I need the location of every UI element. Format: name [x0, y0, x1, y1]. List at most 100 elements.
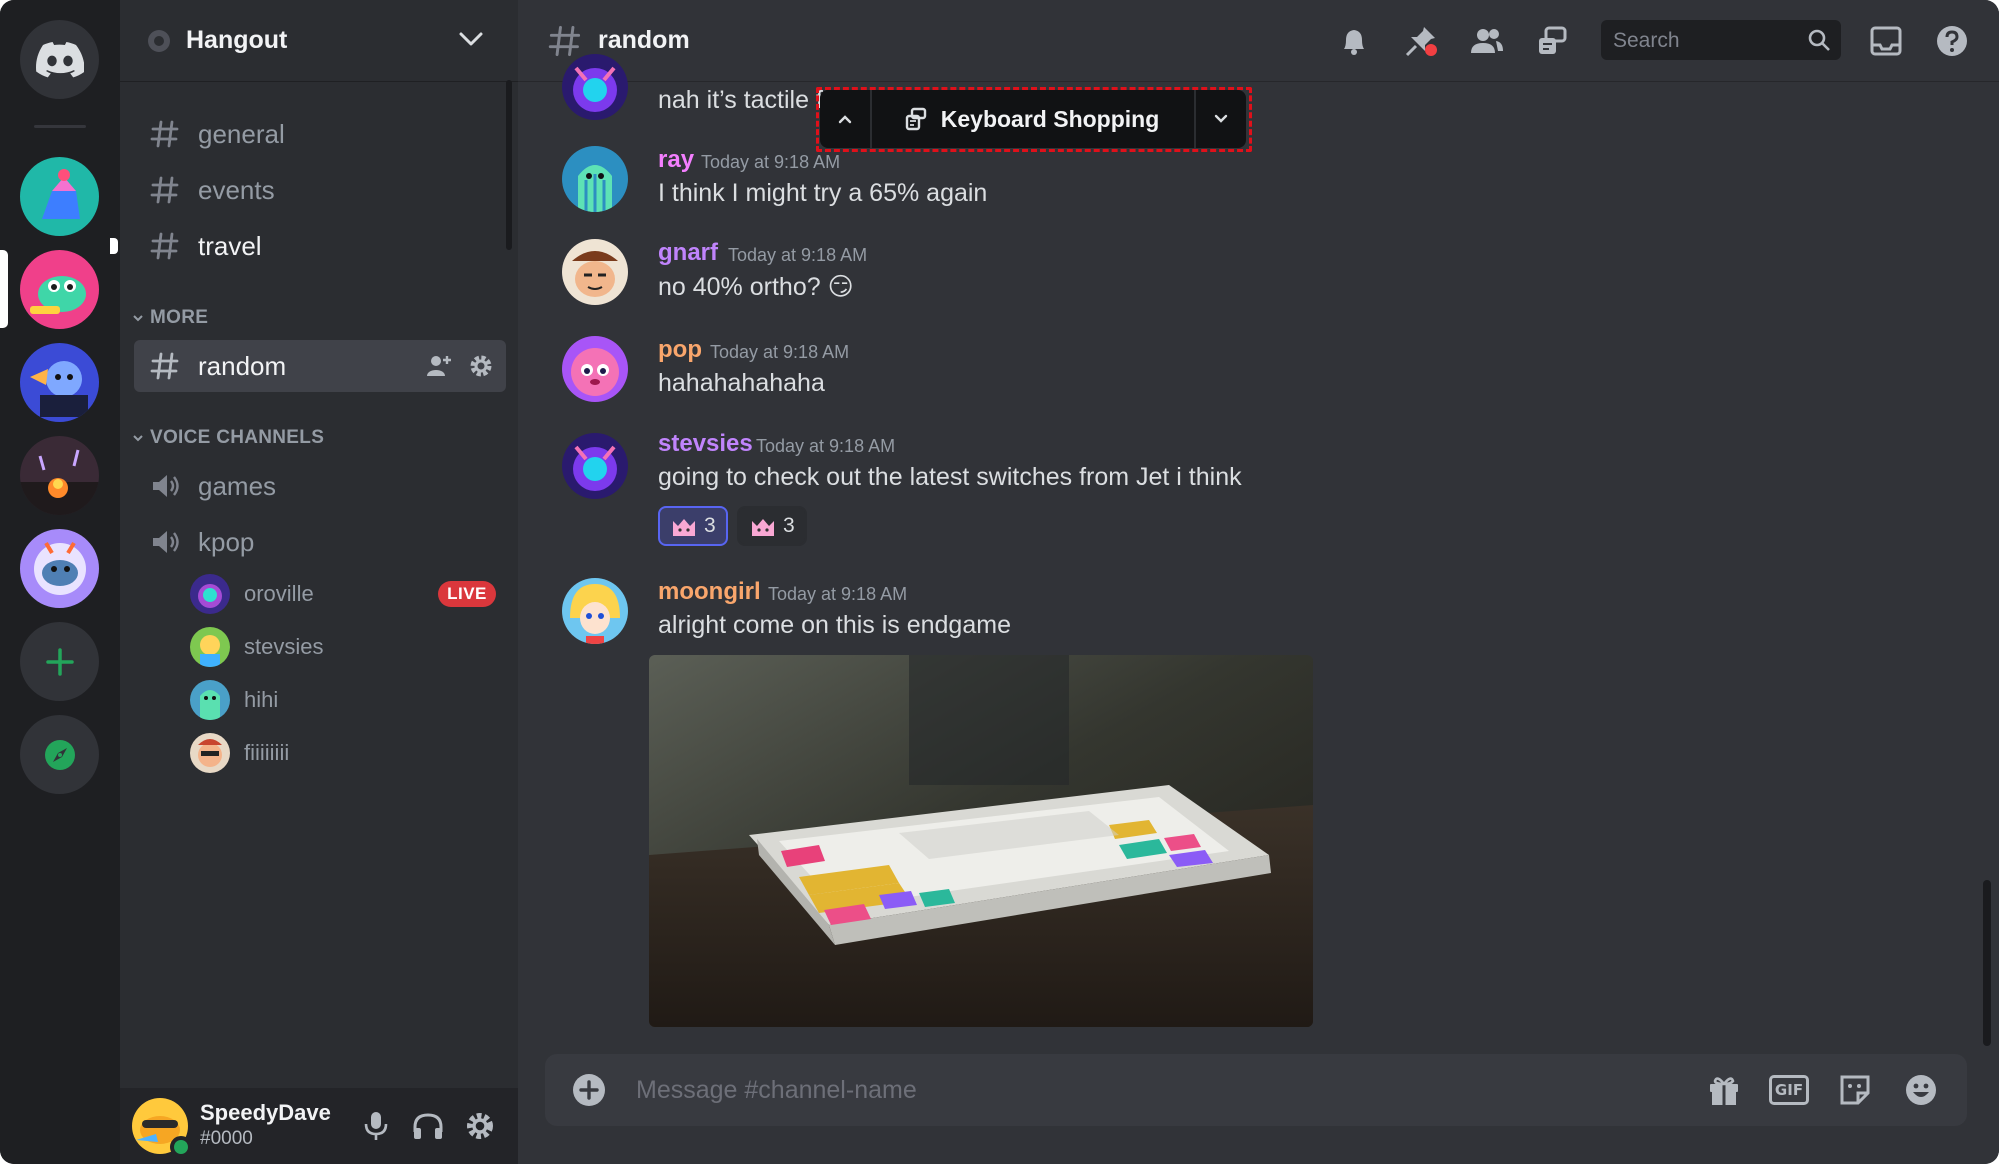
voice-channel-kpop[interactable]: kpop [134, 516, 506, 568]
guild-header[interactable]: Hangout [120, 0, 518, 82]
message-text: alright come on this is endgame [658, 611, 1011, 639]
message-timestamp: Today at 9:18 AM [756, 436, 896, 456]
message-input[interactable]: Message #channel-name [636, 1076, 917, 1105]
guild-name: Hangout [186, 26, 288, 54]
avatar[interactable] [562, 54, 628, 120]
message-author[interactable]: ray [658, 146, 694, 174]
member-list-button[interactable] [1468, 22, 1506, 60]
category-more[interactable]: MORE [132, 305, 208, 331]
server-icon-5[interactable] [20, 529, 99, 608]
channel-name: games [198, 470, 277, 501]
mute-button[interactable] [356, 1106, 396, 1146]
upload-plus-icon[interactable] [571, 1072, 607, 1108]
avatar[interactable] [562, 578, 628, 644]
channel-name: random [198, 350, 287, 381]
category-voice-channels[interactable]: VOICE CHANNELS [132, 425, 324, 451]
sticker-picker-button[interactable] [1835, 1070, 1875, 1110]
voice-member-name: stevsies [244, 634, 324, 659]
chat-scrollbar[interactable] [1983, 880, 1991, 1046]
gift-button[interactable] [1704, 1070, 1744, 1110]
server-icon-2[interactable] [20, 250, 99, 329]
chevron-down-icon [133, 435, 143, 442]
chat-area: random Search nah it’s tactile for ray T… [518, 0, 1999, 1164]
hash-icon [548, 25, 581, 57]
message-text: no 40% ortho? 😏 [658, 273, 854, 301]
server-icon-4[interactable] [20, 436, 99, 515]
voice-member-name: fiiiiiiii [244, 740, 290, 765]
avatar[interactable] [562, 433, 628, 499]
voice-member-fiiiiiiii[interactable]: fiiiiiiii [190, 731, 289, 775]
bell-icon [1344, 30, 1364, 55]
discord-logo-icon [35, 41, 84, 77]
live-badge: LIVE [438, 581, 496, 607]
online-status-indicator [170, 1136, 192, 1158]
search-input[interactable]: Search [1601, 20, 1841, 60]
message-text: going to check out the latest switches f… [658, 463, 1242, 491]
search-icon [1808, 29, 1830, 51]
gear-icon[interactable] [468, 353, 494, 379]
active-server-pill [0, 250, 8, 328]
discord-window: Hangout general events travel MORE rando… [0, 0, 1999, 1164]
voice-member-name: hihi [244, 687, 279, 712]
speaker-icon [153, 531, 179, 553]
help-button[interactable] [1933, 22, 1971, 60]
server-icon-1[interactable] [20, 157, 99, 236]
message-author[interactable]: pop [658, 336, 702, 364]
discord-home-button[interactable] [20, 20, 99, 99]
inbox-button[interactable] [1867, 22, 1905, 60]
avatar[interactable] [562, 146, 628, 212]
message-author[interactable]: stevsies [658, 430, 753, 458]
emoji-picker-button[interactable] [1901, 1070, 1941, 1110]
channel-title: random [598, 26, 690, 54]
avatar [190, 733, 230, 773]
message-author[interactable]: gnarf [658, 239, 718, 267]
chevron-down-icon[interactable] [458, 30, 484, 48]
mic-icon [364, 1112, 388, 1140]
help-icon [1937, 26, 1967, 56]
gift-icon [1710, 1077, 1738, 1105]
reaction-count: 3 [704, 514, 716, 537]
voice-member-name: oroville [244, 581, 314, 606]
emoji-icon [1906, 1075, 1936, 1105]
message-timestamp: Today at 9:18 AM [701, 152, 841, 172]
reaction-button[interactable]: 3 [737, 506, 807, 546]
reaction-button[interactable]: 3 [658, 506, 728, 546]
voice-member-hihi[interactable]: hihi [190, 678, 278, 722]
speaker-icon [153, 475, 179, 497]
server-settings-icon [148, 29, 170, 52]
deafen-button[interactable] [408, 1106, 448, 1146]
sidebar-scrollbar[interactable] [506, 80, 512, 250]
user-tag: #0000 [200, 1128, 253, 1149]
gif-picker-button[interactable]: GIF [1769, 1070, 1809, 1110]
channel-travel[interactable]: travel [110, 220, 506, 272]
gif-icon: GIF [1769, 1075, 1809, 1105]
user-settings-button[interactable] [460, 1106, 500, 1146]
image-attachment[interactable] [649, 655, 1313, 1027]
add-member-icon[interactable] [426, 353, 452, 379]
voice-member-stevsies[interactable]: stevsies [190, 625, 323, 669]
explore-servers-button[interactable] [20, 715, 99, 794]
channel-events[interactable]: events [134, 164, 506, 216]
voice-member-oroville[interactable]: oroville [190, 572, 314, 616]
message-composer[interactable]: Message #channel-name GIF [545, 1054, 1967, 1126]
notification-settings-button[interactable] [1335, 22, 1373, 60]
voice-channel-games[interactable]: games [134, 460, 506, 512]
avatar[interactable] [562, 239, 628, 305]
chevron-down-icon [133, 315, 143, 322]
avatar [190, 574, 230, 614]
avatar[interactable] [562, 336, 628, 402]
pinned-messages-button[interactable] [1402, 22, 1440, 60]
server-icon-3[interactable] [20, 343, 99, 422]
cat-emoji-icon [752, 519, 774, 536]
channel-general[interactable]: general [134, 108, 506, 160]
channel-random[interactable]: random [134, 340, 506, 392]
add-server-button[interactable] [20, 622, 99, 701]
message-text: hahahahahaha [658, 369, 825, 397]
members-icon [1471, 29, 1503, 53]
message-author[interactable]: moongirl [658, 578, 761, 606]
channel-name: kpop [198, 526, 255, 557]
user-panel: SpeedyDave #0000 [120, 1088, 518, 1164]
gear-icon [467, 1113, 493, 1139]
threads-button[interactable] [1533, 22, 1571, 60]
rail-separator [34, 125, 86, 128]
